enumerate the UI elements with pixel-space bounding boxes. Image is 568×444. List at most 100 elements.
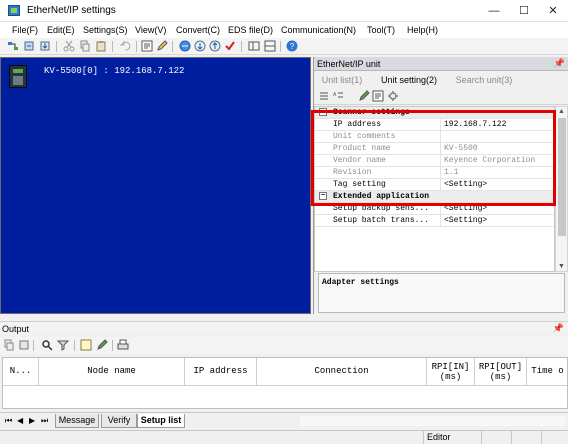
menu-tool[interactable]: Tool(T) (367, 25, 395, 35)
properties-icon[interactable] (141, 40, 153, 52)
scanner-settings-highlight (311, 110, 556, 206)
undo-icon[interactable] (119, 40, 131, 52)
main-toolbar: ? (0, 38, 568, 55)
menu-bar: File(F) Edit(E) Settings(S) View(V) Conv… (0, 22, 568, 38)
close-button[interactable]: ✕ (538, 0, 568, 22)
network-icon[interactable] (7, 40, 19, 52)
clear-output-icon[interactable] (18, 339, 30, 351)
column-header-timeout[interactable]: Time o (527, 358, 567, 386)
scroll-up-icon[interactable]: ▲ (558, 108, 565, 115)
tab-search-unit[interactable]: Search unit(3) (448, 73, 520, 87)
toolbar-separator (112, 41, 113, 52)
panel-header: EtherNet/IP unit 📌 (314, 57, 568, 71)
property-description: Adapter settings (318, 273, 565, 313)
menu-eds-file[interactable]: EDS file(D) (228, 25, 273, 35)
column-header-connection[interactable]: Connection (257, 358, 427, 386)
last-tab-icon[interactable]: ⏭ (41, 416, 48, 426)
property-page-icon[interactable] (372, 90, 384, 102)
tab-message[interactable]: Message (55, 414, 99, 428)
alphabetical-view-icon[interactable]: A (332, 90, 344, 102)
toolbar-separator (172, 41, 173, 52)
pin-icon[interactable]: 📌 (554, 58, 565, 69)
edit-icon[interactable] (156, 40, 168, 52)
menu-edit[interactable]: Edit(E) (47, 25, 75, 35)
status-bar: Editor (0, 430, 568, 444)
menu-convert[interactable]: Convert(C) (176, 25, 220, 35)
status-cell (511, 431, 541, 444)
device-node-label[interactable]: KV-5500[0] : 192.168.7.122 (44, 66, 184, 76)
toolbar-separator (56, 41, 57, 52)
column-header-ip-address[interactable]: IP address (185, 358, 257, 386)
column-header-node-name[interactable]: Node name (39, 358, 185, 386)
menu-view[interactable]: View(V) (135, 25, 166, 35)
copy-icon[interactable] (79, 40, 91, 52)
check-icon[interactable] (224, 40, 236, 52)
column-header-number[interactable]: N... (3, 358, 39, 386)
menu-settings[interactable]: Settings(S) (83, 25, 128, 35)
settings-icon[interactable] (387, 90, 399, 102)
column-header-rpi-in[interactable]: RPI[IN] (ms) (427, 358, 475, 386)
status-cell (541, 431, 568, 444)
setup-list-table[interactable]: N... Node name IP address Connection RPI… (2, 357, 568, 409)
toolbar-separator (280, 41, 281, 52)
search-icon[interactable] (41, 339, 53, 351)
tab-unit-list[interactable]: Unit list(1) (314, 73, 370, 87)
toolbar-separator (33, 340, 34, 351)
property-scrollbar[interactable]: ▲ ▼ (555, 106, 568, 272)
panel-title: EtherNet/IP unit (317, 59, 381, 69)
property-toolbar: A (314, 88, 568, 105)
svg-text:A: A (333, 92, 337, 98)
filter-icon[interactable] (57, 339, 69, 351)
description-text: Adapter settings (322, 278, 399, 287)
plc-device-icon[interactable] (9, 65, 27, 88)
output-pin-icon[interactable]: 📌 (553, 323, 564, 334)
export-list-icon[interactable] (80, 339, 92, 351)
read-plc-icon[interactable] (194, 40, 206, 52)
output-header: Output 📌 (0, 321, 568, 334)
output-tab-bar: ⏮ ◀ ▶ ⏭ Message Verify Setup list (0, 412, 568, 429)
output-toolbar (0, 337, 568, 354)
cut-icon[interactable] (63, 40, 75, 52)
status-cell (481, 431, 511, 444)
menu-communication[interactable]: Communication(N) (281, 25, 356, 35)
menu-help[interactable]: Help(H) (407, 25, 438, 35)
connect-icon[interactable] (179, 40, 191, 52)
previous-tab-icon[interactable]: ◀ (17, 416, 23, 425)
write-plc-icon[interactable] (209, 40, 221, 52)
tab-unit-setting[interactable]: Unit setting(2) (372, 73, 446, 87)
unit-configuration-tree[interactable]: KV-5500[0] : 192.168.7.122 (0, 57, 311, 314)
editor-mode-indicator: Editor (423, 431, 481, 444)
edit-property-icon[interactable] (358, 90, 370, 102)
scroll-down-icon[interactable]: ▼ (558, 263, 565, 270)
export-icon[interactable] (39, 40, 51, 52)
tab-setup-list[interactable]: Setup list (137, 414, 185, 428)
tab-verify[interactable]: Verify (101, 414, 137, 428)
print-icon[interactable] (117, 339, 129, 351)
title-bar: EtherNet/IP settings — ☐ ✕ (0, 0, 568, 22)
output-title: Output (2, 324, 30, 334)
categorized-view-icon[interactable] (318, 90, 330, 102)
minimize-button[interactable]: — (479, 0, 509, 22)
paste-icon[interactable] (95, 40, 107, 52)
maximize-button[interactable]: ☐ (509, 0, 539, 22)
property-name: Setup batch trans... (333, 216, 430, 225)
menu-file[interactable]: File(F) (12, 25, 38, 35)
edit-list-icon[interactable] (96, 339, 108, 351)
property-row-setup-batch[interactable]: Setup batch trans... <Setting> (315, 215, 554, 227)
first-tab-icon[interactable]: ⏮ (5, 416, 12, 426)
layout-icon[interactable] (248, 40, 260, 52)
scroll-thumb[interactable] (558, 118, 566, 236)
column-header-rpi-out[interactable]: RPI[OUT] (ms) (475, 358, 527, 386)
property-value[interactable]: <Setting> (444, 216, 487, 225)
toolbar-separator (112, 340, 113, 351)
split-view-icon[interactable] (264, 40, 276, 52)
svg-text:?: ? (290, 42, 295, 51)
window-title: EtherNet/IP settings (27, 5, 116, 16)
import-icon[interactable] (23, 40, 35, 52)
toolbar-separator (136, 41, 137, 52)
next-tab-icon[interactable]: ▶ (29, 416, 35, 425)
copy-output-icon[interactable] (3, 339, 15, 351)
help-icon[interactable]: ? (286, 40, 298, 52)
toolbar-separator (74, 340, 75, 351)
horizontal-scrollbar[interactable] (300, 416, 565, 426)
